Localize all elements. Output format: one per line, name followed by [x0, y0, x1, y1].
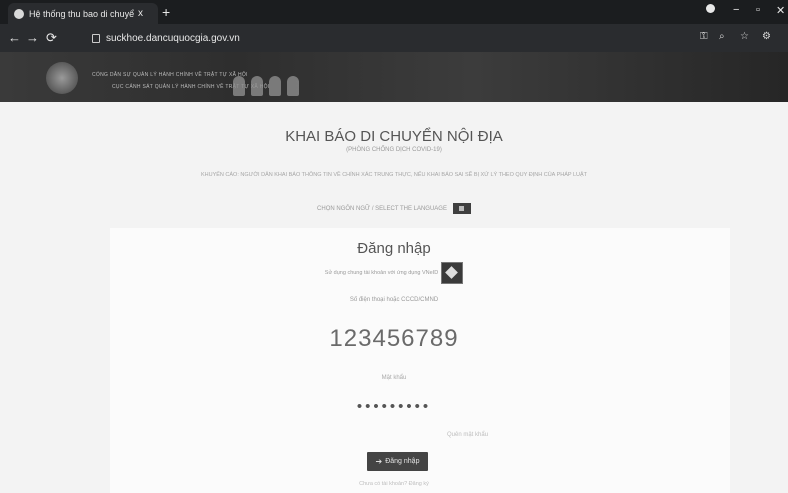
police-emblem-icon — [46, 62, 78, 94]
reload-icon[interactable]: ⟳ — [46, 30, 57, 46]
close-window-button[interactable]: ✕ — [776, 4, 785, 17]
language-selector: CHỌN NGÔN NGỮ / SELECT THE LANGUAGE — [0, 203, 788, 214]
vneid-row: Sử dụng chung tài khoản với ứng dụng VNe… — [0, 262, 788, 284]
profile-icon[interactable] — [706, 4, 715, 13]
address-bar: ← → ⟳ suckhoe.dancuquocgia.gov.vn ⚿ ⌕ ☆ … — [0, 24, 788, 52]
phone-field-label: Số điện thoại hoặc CCCD/CMND — [349, 297, 439, 303]
password-field-label: Mật khẩu — [381, 375, 407, 381]
vneid-text: Sử dụng chung tài khoản với ứng dụng VNe… — [324, 270, 439, 276]
search-icon[interactable]: ⌕ — [719, 31, 725, 42]
login-title: Đăng nhập — [357, 240, 431, 257]
forward-arrow-icon[interactable]: → — [26, 30, 39, 46]
login-icon: ➔ — [375, 457, 383, 466]
browser-tab-bar: Hệ thống thu bao di chuyển nội... x + − … — [0, 0, 788, 24]
favicon-icon — [14, 8, 24, 19]
minimize-button[interactable]: − — [733, 4, 739, 16]
language-label: CHỌN NGÔN NGỮ / SELECT THE LANGUAGE — [317, 205, 447, 212]
password-input[interactable]: ••••••••• — [0, 398, 788, 415]
language-flag-button[interactable] — [452, 203, 471, 214]
extensions-icon[interactable]: ⚙ — [762, 31, 771, 42]
phone-input[interactable]: 123456789 — [0, 325, 788, 353]
url-text: suckhoe.dancuquocgia.gov.vn — [106, 32, 240, 44]
browser-tab[interactable]: Hệ thống thu bao di chuyển nội... x — [8, 3, 158, 24]
new-tab-button[interactable]: + — [162, 3, 170, 21]
banner-title-line1: CỔNG DÂN SỰ QUẢN LÝ HÀNH CHÍNH VỀ TRẬT T… — [92, 72, 248, 78]
key-icon[interactable]: ⚿ — [700, 31, 708, 42]
page-title: KHAI BÁO DI CHUYỂN NỘI ĐỊA — [285, 128, 503, 145]
vneid-qr-icon[interactable] — [441, 262, 464, 284]
page-subtitle: (PHÒNG CHỐNG DỊCH COVID-19) — [346, 147, 442, 153]
url-field[interactable]: suckhoe.dancuquocgia.gov.vn — [92, 29, 682, 47]
star-icon[interactable]: ☆ — [740, 31, 749, 42]
login-button[interactable]: ➔ Đăng nhập — [367, 452, 428, 471]
tab-title: Hệ thống thu bao di chuyển nội... — [29, 8, 134, 19]
banner-figures-graphic — [233, 76, 311, 96]
maximize-button[interactable]: ▫ — [756, 4, 760, 16]
page-description: KHUYẾN CÁO: NGƯỜI DÂN KHAI BÁO THÔNG TIN… — [200, 172, 588, 178]
tab-close-icon[interactable]: x — [138, 8, 143, 19]
back-arrow-icon[interactable]: ← — [8, 30, 21, 46]
lock-icon — [92, 33, 100, 43]
register-link[interactable]: Chưa có tài khoản? Đăng ký — [0, 481, 788, 487]
login-button-label: Đăng nhập — [385, 458, 420, 465]
forgot-password-link[interactable]: Quên mật khẩu — [447, 432, 488, 438]
